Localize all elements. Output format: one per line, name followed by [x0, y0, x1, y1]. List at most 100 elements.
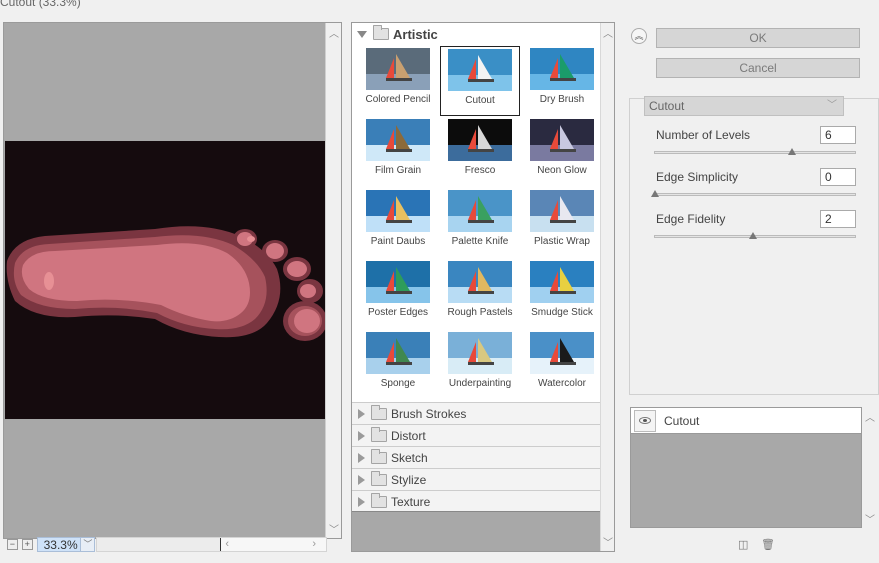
folder-icon	[371, 492, 387, 508]
category-artistic-header[interactable]: Artistic	[352, 25, 600, 43]
filter-thumb-watercolor[interactable]: Watercolor	[522, 330, 602, 400]
collapse-gallery-button[interactable]: ︽	[631, 28, 647, 44]
filter-thumb-label: Colored Pencil	[365, 94, 431, 105]
filter-thumb-fresco[interactable]: Fresco	[440, 117, 520, 187]
filter-thumb-label: Poster Edges	[367, 307, 429, 318]
zoom-select[interactable]: 33.3% ﹀	[36, 537, 96, 552]
collapsed-triangle-icon	[358, 474, 365, 485]
filter-preview-image	[530, 332, 594, 374]
scroll-down-icon[interactable]: ﹀	[329, 521, 339, 536]
category-texture[interactable]: Texture	[352, 490, 600, 512]
filter-thumb-label: Rough Pastels	[447, 307, 513, 318]
filter-thumb-poster-edges[interactable]: Poster Edges	[358, 259, 438, 329]
category-label: Distort	[391, 428, 426, 443]
edge-fidelity-input[interactable]: 2	[820, 210, 856, 228]
number-of-levels-slider[interactable]	[654, 151, 856, 154]
category-distort[interactable]: Distort	[352, 424, 600, 446]
filter-preview-image	[366, 48, 430, 90]
footprint-image	[6, 226, 327, 341]
filter-preview-image	[366, 119, 430, 161]
filter-preview-image	[448, 190, 512, 232]
category-label: Texture	[391, 494, 431, 509]
filter-preview-image	[366, 190, 430, 232]
filter-preview-image	[530, 48, 594, 90]
filter-thumb-label: Paint Daubs	[370, 236, 426, 247]
category-label: Stylize	[391, 472, 427, 487]
filter-thumb-film-grain[interactable]: Film Grain	[358, 117, 438, 187]
folder-icon	[371, 470, 387, 486]
filter-thumb-label: Dry Brush	[539, 94, 585, 105]
filter-gallery: Artistic Colored Pencil Cutout Dry Brush Fi…	[351, 22, 615, 552]
filter-thumb-label: Palette Knife	[451, 236, 509, 247]
scroll-thumb[interactable]	[97, 538, 222, 551]
filter-thumb-label: Watercolor	[538, 378, 586, 389]
preview-horizontal-scrollbar[interactable]: ‹ ›	[96, 537, 327, 552]
slider-knob-icon[interactable]	[749, 232, 757, 239]
filter-thumb-rough-pastels[interactable]: Rough Pastels	[440, 259, 520, 329]
eye-icon[interactable]	[634, 409, 656, 432]
scroll-down-icon[interactable]: ﹀	[603, 534, 613, 549]
zoom-in-button[interactable]: +	[21, 539, 33, 550]
gallery-empty-area	[352, 511, 600, 551]
filter-select[interactable]: Cutout ﹀	[644, 96, 844, 116]
collapsed-triangle-icon	[358, 430, 365, 441]
preview-pane[interactable]: ︿ ﹀	[3, 22, 342, 539]
preview-zoom-bar: − + 33.3% ﹀ ‹ ›	[3, 536, 327, 553]
filter-thumb-label: Neon Glow	[537, 165, 587, 176]
filter-thumb-paint-daubs[interactable]: Paint Daubs	[358, 188, 438, 258]
layers-vertical-scrollbar[interactable]: ︿ ﹀	[862, 407, 878, 528]
chevron-down-icon[interactable]: ﹀	[80, 538, 95, 551]
edge-simplicity-slider[interactable]	[654, 193, 856, 196]
scroll-down-icon[interactable]: ﹀	[865, 511, 875, 526]
scroll-up-icon[interactable]: ︿	[865, 409, 875, 424]
category-brush-strokes[interactable]: Brush Strokes	[352, 402, 600, 424]
filter-thumb-label: Plastic Wrap	[534, 236, 590, 247]
expand-triangle-icon	[357, 30, 367, 38]
trash-icon[interactable]: 🗑	[761, 538, 775, 551]
window-title: Cutout (33.3%)	[0, 0, 81, 9]
scroll-up-icon[interactable]: ︿	[329, 25, 339, 40]
filter-thumb-palette-knife[interactable]: Palette Knife	[440, 188, 520, 258]
filter-preview-image	[448, 261, 512, 303]
filter-preview-image	[448, 49, 512, 91]
filter-thumb-underpainting[interactable]: Underpainting	[440, 330, 520, 400]
filter-preview-image	[530, 119, 594, 161]
chevron-down-icon: ﹀	[827, 100, 837, 111]
category-label: Sketch	[391, 450, 428, 465]
scroll-right-icon[interactable]: ›	[312, 538, 316, 551]
effect-layer-name: Cutout	[664, 413, 700, 428]
ok-button[interactable]: OK	[656, 28, 860, 48]
cancel-button[interactable]: Cancel	[656, 58, 860, 78]
filter-thumb-sponge[interactable]: Sponge	[358, 330, 438, 400]
filter-preview-image	[530, 190, 594, 232]
category-stylize[interactable]: Stylize	[352, 468, 600, 490]
folder-icon	[371, 404, 387, 420]
slider-knob-icon[interactable]	[788, 148, 797, 155]
preview-vertical-scrollbar[interactable]: ︿ ﹀	[325, 23, 341, 538]
category-label: Artistic	[393, 26, 438, 42]
filter-thumb-smudge-stick[interactable]: Smudge Stick	[522, 259, 602, 329]
slider-knob-icon[interactable]	[651, 190, 659, 197]
effect-layer-row[interactable]: Cutout	[631, 408, 861, 434]
scroll-left-icon[interactable]: ‹	[225, 538, 229, 551]
filter-thumb-cutout[interactable]: Cutout	[440, 46, 520, 116]
filter-thumb-plastic-wrap[interactable]: Plastic Wrap	[522, 188, 602, 258]
new-effect-layer-icon[interactable]: ◫	[738, 538, 748, 551]
zoom-value: 33.3%	[43, 537, 78, 552]
filter-thumb-label: Underpainting	[448, 378, 512, 389]
filter-thumb-label: Cutout	[465, 95, 495, 106]
filter-thumb-neon-glow[interactable]: Neon Glow	[522, 117, 602, 187]
zoom-out-button[interactable]: −	[7, 539, 18, 550]
category-label: Brush Strokes	[391, 406, 467, 421]
gallery-vertical-scrollbar[interactable]: ︿ ﹀	[600, 23, 614, 551]
scroll-up-icon[interactable]: ︿	[603, 25, 613, 40]
filter-thumb-dry-brush[interactable]: Dry Brush	[522, 46, 602, 116]
number-of-levels-input[interactable]: 6	[820, 126, 856, 144]
filter-preview-image	[366, 332, 430, 374]
param-label-edge-simplicity: Edge Simplicity	[656, 170, 739, 184]
filter-select-value: Cutout	[649, 99, 685, 113]
filter-thumb-colored-pencil[interactable]: Colored Pencil	[358, 46, 438, 116]
category-sketch[interactable]: Sketch	[352, 446, 600, 468]
edge-simplicity-input[interactable]: 0	[820, 168, 856, 186]
collapsed-triangle-icon	[358, 408, 365, 419]
